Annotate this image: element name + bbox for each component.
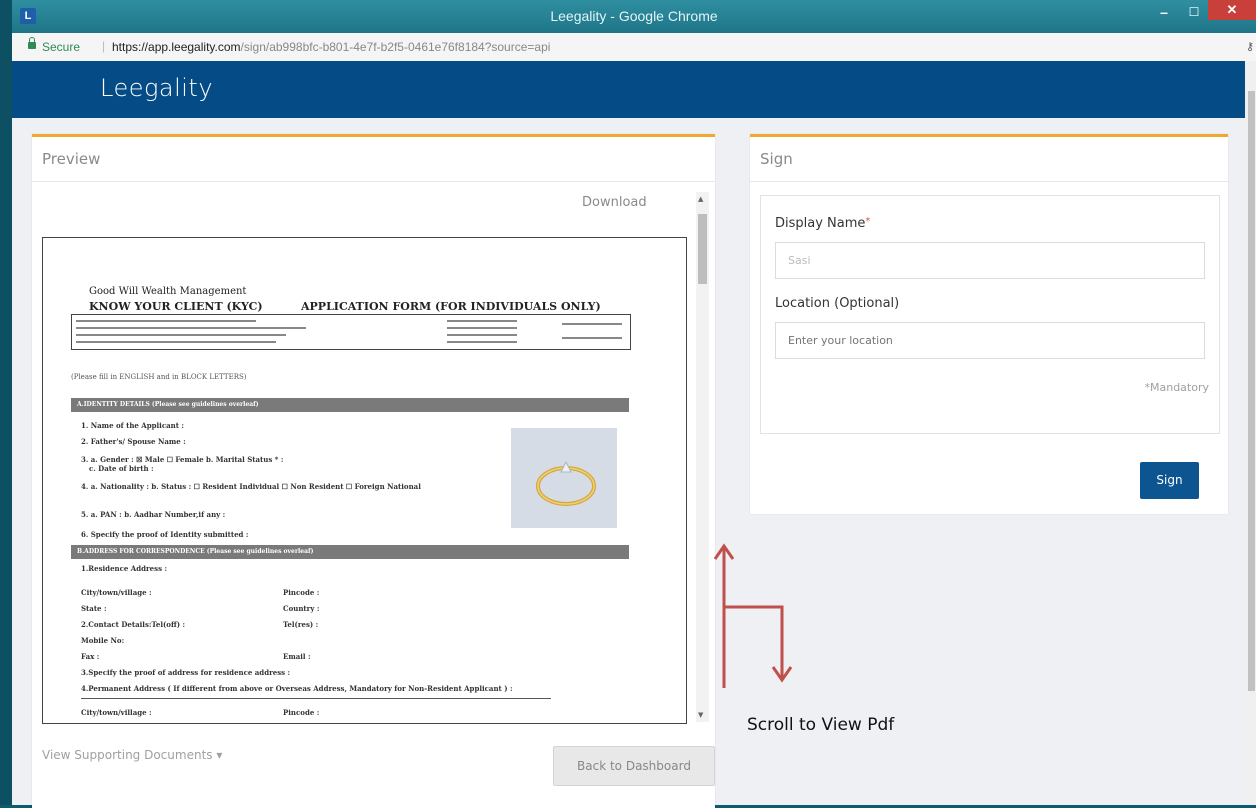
window-titlebar: L Leegality - Google Chrome – ☐ ✕ (12, 0, 1256, 33)
pdf-field: 3. a. Gender : ☒ Male ☐ Female b. Marita… (81, 455, 284, 464)
pdf-field: 2.Contact Details:Tel(off) : (81, 620, 186, 629)
maximize-button[interactable]: ☐ (1184, 5, 1204, 19)
required-mark: * (865, 216, 871, 227)
applicant-photo (511, 428, 617, 528)
page-scrollbar[interactable] (1245, 61, 1256, 805)
pdf-text-line (76, 334, 286, 336)
pdf-section-b: B.ADDRESS FOR CORRESPONDENCE (Please see… (71, 545, 629, 559)
pdf-underline (81, 698, 551, 699)
pdf-field: City/town/village : (81, 708, 152, 717)
pdf-text-line (76, 320, 256, 322)
display-name-label: Display Name* (775, 216, 870, 231)
pdf-field: 4. a. Nationality : b. Status : ☐ Reside… (81, 482, 421, 491)
pdf-kyc-title: KNOW YOUR CLIENT (KYC) (89, 300, 263, 313)
pdf-text-line (562, 323, 622, 325)
sign-panel: Sign Display Name* Location (Optional) *… (750, 134, 1228, 514)
pdf-field: Mobile No: (81, 636, 125, 645)
address-separator: | (102, 39, 106, 53)
pdf-scrollbar[interactable]: ▲ ▼ (696, 192, 709, 722)
scroll-up-icon[interactable]: ▲ (698, 195, 703, 203)
mandatory-note: *Mandatory (1144, 381, 1209, 394)
pdf-company-header: Good Will Wealth Management (89, 286, 247, 297)
pdf-field: Tel(res) : (283, 620, 319, 629)
pdf-field: 4.Permanent Address ( If different from … (81, 684, 513, 693)
preview-panel: Preview Download Good Will Wealth Manage… (32, 134, 715, 808)
preview-title: Preview (42, 150, 101, 168)
pdf-form-title: APPLICATION FORM (FOR INDIVIDUALS ONLY) (301, 300, 601, 313)
pdf-field: 5. a. PAN : b. Aadhar Number,if any : (81, 510, 226, 519)
pdf-text-line (447, 334, 517, 336)
pdf-field: 6. Specify the proof of Identity submitt… (81, 530, 249, 539)
pdf-field: State : (81, 604, 107, 613)
top-navbar: Leegality (12, 61, 1256, 118)
scroll-down-icon[interactable]: ▼ (698, 711, 703, 719)
pdf-field: Email : (283, 652, 311, 661)
page-scroll-thumb[interactable] (1248, 91, 1255, 691)
pdf-section-a: A.IDENTITY DETAILS (Please see guideline… (71, 398, 629, 412)
display-name-input[interactable] (775, 242, 1205, 279)
location-label: Location (Optional) (775, 296, 900, 311)
key-icon[interactable]: ⚷ (1246, 40, 1254, 53)
divider (750, 181, 1228, 182)
pdf-text-line (76, 327, 306, 329)
pdf-field: 1. Name of the Applicant : (81, 421, 184, 430)
pdf-field: Pincode : (283, 708, 320, 717)
pdf-field: Country : (283, 604, 320, 613)
download-link[interactable]: Download (582, 195, 647, 210)
pdf-scroll-thumb[interactable] (698, 214, 707, 284)
divider (32, 181, 715, 182)
url-text[interactable]: https://app.leegality.com/sign/ab998bfc-… (112, 40, 550, 54)
display-name-text: Display Name (775, 216, 866, 231)
sign-title: Sign (760, 150, 793, 168)
brand-logo[interactable]: Leegality (100, 74, 213, 102)
url-host: https://app.leegality.com (112, 40, 241, 54)
pdf-text-line (76, 341, 276, 343)
pdf-instruction: (Please fill in ENGLISH and in BLOCK LET… (71, 373, 247, 381)
scroll-hint-text: Scroll to View Pdf (747, 715, 895, 735)
pdf-field: Pincode : (283, 588, 320, 597)
pdf-company-box (71, 314, 631, 350)
back-to-dashboard-button[interactable]: Back to Dashboard (553, 746, 715, 786)
pdf-field: 3.Specify the proof of address for resid… (81, 668, 291, 677)
page-content: Leegality Preview Download Good Will Wea… (12, 61, 1256, 808)
url-path: /sign/ab998bfc-b801-4e7f-b2f5-0461e76f81… (240, 40, 551, 54)
sign-form: Display Name* Location (Optional) *Manda… (760, 195, 1220, 434)
secure-label: Secure (42, 40, 81, 54)
address-bar[interactable]: Secure | https://app.leegality.com/sign/… (12, 33, 1256, 62)
pdf-text-line (447, 341, 517, 343)
close-button[interactable]: ✕ (1208, 0, 1256, 20)
pdf-text-line (447, 327, 517, 329)
view-supporting-documents-dropdown[interactable]: View Supporting Documents ▾ (42, 748, 222, 762)
window-title: Leegality - Google Chrome (550, 8, 718, 24)
lock-icon (28, 37, 36, 49)
location-input[interactable] (775, 322, 1205, 359)
pdf-viewer[interactable]: Good Will Wealth Management KNOW YOUR CL… (42, 237, 687, 724)
pdf-field: Fax : (81, 652, 100, 661)
minimize-button[interactable]: – (1154, 5, 1174, 19)
pdf-field: c. Date of birth : (89, 464, 154, 473)
sign-button[interactable]: Sign (1140, 462, 1199, 499)
pdf-field: 1.Residence Address : (81, 564, 168, 573)
scroll-arrow-annotation (713, 543, 793, 688)
pdf-text-line (562, 337, 622, 339)
pdf-field: City/town/village : (81, 588, 152, 597)
pdf-text-line (447, 320, 517, 322)
pdf-field: 2. Father's/ Spouse Name : (81, 437, 186, 446)
chrome-window: L Leegality - Google Chrome – ☐ ✕ Secure… (12, 0, 1256, 808)
